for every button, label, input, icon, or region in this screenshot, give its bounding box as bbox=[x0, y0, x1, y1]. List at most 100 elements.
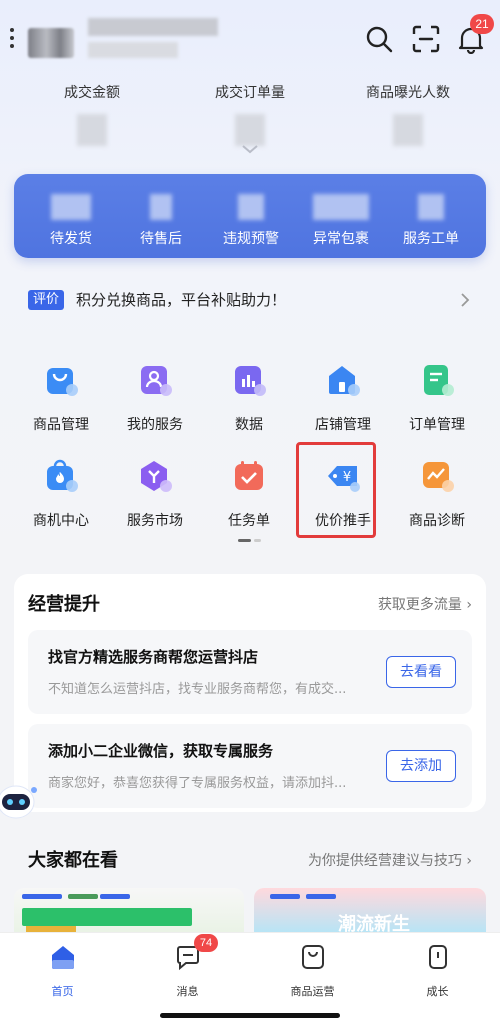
stat-value-blurred bbox=[393, 114, 423, 146]
avatar[interactable] bbox=[28, 28, 74, 58]
grid-item-service-market[interactable]: 服务市场 bbox=[108, 452, 202, 532]
article-thumbnail[interactable] bbox=[14, 888, 244, 932]
status-label: 违规预警 bbox=[223, 231, 279, 247]
more-link[interactable]: 获取更多流量 › bbox=[378, 594, 472, 614]
status-service-ticket[interactable]: 服务工单 bbox=[384, 174, 478, 258]
status-label: 待发货 bbox=[50, 231, 92, 247]
highlight-box bbox=[296, 442, 376, 538]
popular-section: 大家都在看 为你提供经营建议与技巧 › bbox=[14, 840, 486, 880]
task-button[interactable]: 去看看 bbox=[386, 656, 456, 688]
home-indicator bbox=[160, 1013, 340, 1018]
notice-text: 积分兑换商品，平台补贴助力！ bbox=[76, 291, 287, 309]
bar-chart-icon bbox=[235, 366, 266, 396]
stat-label: 商品曝光人数 bbox=[366, 85, 450, 101]
calendar-check-icon bbox=[235, 461, 263, 490]
grid-label: 任务单 bbox=[228, 513, 270, 529]
order-status-card: 待发货 待售后 违规预警 异常包裹 服务工单 bbox=[14, 174, 486, 258]
task-desc: 不知道怎么运营抖店，找专业服务商帮您，有成交... bbox=[48, 682, 347, 697]
chevron-right-icon: › bbox=[466, 597, 472, 613]
status-label: 异常包裹 bbox=[313, 231, 369, 247]
task-item[interactable]: 找官方精选服务商帮您运营抖店 不知道怎么运营抖店，找专业服务商帮您，有成交...… bbox=[28, 630, 472, 714]
grid-item-store-management[interactable]: 店铺管理 bbox=[296, 356, 390, 436]
grid-pager bbox=[238, 539, 262, 543]
task-title: 找官方精选服务商帮您运营抖店 bbox=[48, 648, 259, 666]
trend-chart-icon bbox=[423, 462, 454, 492]
shop-name-blurred bbox=[88, 18, 218, 36]
tab-home[interactable]: 首页 bbox=[0, 943, 125, 999]
grid-label: 订单管理 bbox=[409, 417, 465, 433]
task-button[interactable]: 去添加 bbox=[386, 750, 456, 782]
chevron-right-icon bbox=[461, 293, 470, 307]
stat-orders[interactable]: 成交订单量 bbox=[180, 82, 320, 146]
more-link[interactable]: 为你提供经营建议与技巧 › bbox=[308, 850, 472, 870]
grid-label: 商机中心 bbox=[33, 513, 89, 529]
grid-label: 商品管理 bbox=[33, 417, 89, 433]
grid-label: 我的服务 bbox=[127, 417, 183, 433]
grid-item-data[interactable]: 数据 bbox=[202, 356, 296, 436]
stat-label: 成交金额 bbox=[64, 85, 120, 101]
scan-icon[interactable] bbox=[411, 24, 441, 54]
top-bar: 21 bbox=[0, 0, 500, 70]
status-pending-shipment[interactable]: 待发货 bbox=[24, 174, 118, 258]
article-thumbnail[interactable]: 潮流新生 bbox=[254, 888, 486, 932]
home-icon bbox=[51, 946, 74, 969]
section-title: 经营提升 bbox=[28, 594, 100, 615]
status-label: 待售后 bbox=[140, 231, 182, 247]
stats-row: 成交金额 成交订单量 商品曝光人数 bbox=[0, 82, 500, 146]
grid-label: 服务市场 bbox=[127, 513, 183, 529]
store-icon bbox=[329, 366, 360, 396]
notice-bar[interactable]: 评价 积分兑换商品，平台补贴助力！ bbox=[14, 282, 486, 318]
tab-messages[interactable]: 消息 bbox=[125, 943, 250, 999]
grid-item-task-list[interactable]: 任务单 bbox=[202, 452, 296, 532]
tab-label: 首页 bbox=[51, 985, 74, 998]
more-link-label: 为你提供经营建议与技巧 bbox=[307, 853, 462, 869]
status-count-blurred bbox=[313, 194, 369, 220]
tab-product-operations[interactable]: 商品运营 bbox=[250, 943, 375, 999]
search-icon[interactable] bbox=[364, 24, 394, 54]
status-count-blurred bbox=[418, 194, 444, 220]
user-service-icon bbox=[141, 366, 172, 396]
grid-item-order-management[interactable]: 订单管理 bbox=[390, 356, 484, 436]
product-bag-icon bbox=[301, 945, 324, 969]
trend-banner-image: 潮流新生 bbox=[270, 894, 410, 932]
more-link-label: 获取更多流量 bbox=[377, 597, 462, 613]
task-desc: 商家您好，恭喜您获得了专属服务权益，请添加抖... bbox=[48, 776, 347, 791]
task-title: 添加小二企业微信，获取专属服务 bbox=[48, 742, 274, 760]
shop-subtitle-blurred bbox=[88, 42, 178, 58]
section-title: 大家都在看 bbox=[28, 850, 118, 871]
stat-exposure[interactable]: 商品曝光人数 bbox=[338, 82, 478, 146]
stat-value-blurred bbox=[77, 114, 107, 146]
grid-item-opportunity-center[interactable]: 商机中心 bbox=[14, 452, 108, 532]
stat-gmv[interactable]: 成交金额 bbox=[22, 82, 162, 146]
tab-label: 商品运营 bbox=[290, 985, 335, 998]
service-market-icon bbox=[141, 461, 172, 492]
tab-label: 消息 bbox=[176, 985, 199, 998]
message-badge: 74 bbox=[194, 934, 218, 952]
status-after-sale[interactable]: 待售后 bbox=[114, 174, 208, 258]
notice-tag: 评价 bbox=[28, 290, 65, 310]
order-list-icon bbox=[424, 365, 454, 396]
grid-item-my-services[interactable]: 我的服务 bbox=[108, 356, 202, 436]
chevron-down-icon[interactable] bbox=[240, 142, 260, 156]
stat-label: 成交订单量 bbox=[215, 85, 285, 101]
grid-label: 店铺管理 bbox=[315, 417, 371, 433]
status-count-blurred bbox=[150, 194, 172, 220]
tab-growth[interactable]: 成长 bbox=[375, 943, 500, 999]
notification-badge: 21 bbox=[470, 14, 494, 34]
more-dots-icon[interactable] bbox=[10, 28, 16, 52]
grid-label: 商品诊断 bbox=[409, 513, 465, 529]
chevron-right-icon: › bbox=[466, 853, 472, 869]
growth-icon bbox=[428, 945, 447, 969]
status-label: 服务工单 bbox=[403, 231, 459, 247]
status-abnormal-package[interactable]: 异常包裹 bbox=[294, 174, 388, 258]
shopping-bag-icon bbox=[47, 368, 78, 396]
status-violation-warning[interactable]: 违规预警 bbox=[204, 174, 298, 258]
robot-assistant-icon[interactable] bbox=[0, 780, 40, 822]
task-item[interactable]: 添加小二企业微信，获取专属服务 商家您好，恭喜您获得了专属服务权益，请添加抖..… bbox=[28, 724, 472, 808]
flame-bag-icon bbox=[47, 459, 78, 492]
grid-item-product-diagnosis[interactable]: 商品诊断 bbox=[390, 452, 484, 532]
thumb-title: 潮流新生 bbox=[338, 913, 410, 932]
pager-dot-active bbox=[238, 539, 251, 542]
status-count-blurred bbox=[238, 194, 264, 220]
grid-item-product-management[interactable]: 商品管理 bbox=[14, 356, 108, 436]
